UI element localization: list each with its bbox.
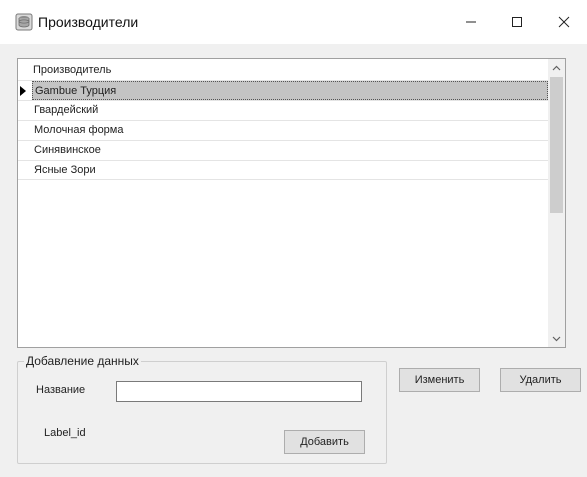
minimize-icon	[466, 21, 476, 23]
table-row[interactable]: Синявинское	[18, 140, 548, 160]
table-cell[interactable]: Гвардейский	[32, 101, 548, 120]
table-row[interactable]: Гвардейский	[18, 100, 548, 120]
vertical-scrollbar[interactable]	[548, 59, 565, 347]
title-bar[interactable]: Производители	[0, 0, 587, 44]
table-row[interactable]: Gambue Турция	[18, 80, 548, 100]
chevron-down-icon	[552, 336, 561, 341]
database-app-icon	[15, 13, 33, 31]
manufacturers-grid[interactable]: Производитель Gambue Турция Гвардейский …	[17, 58, 566, 348]
table-cell[interactable]: Молочная форма	[32, 121, 548, 140]
close-button[interactable]	[541, 0, 587, 44]
scroll-up-button[interactable]	[548, 59, 565, 76]
chevron-up-icon	[552, 65, 561, 70]
window-title: Производители	[38, 14, 139, 30]
table-row[interactable]: Молочная форма	[18, 120, 548, 140]
close-icon	[558, 16, 570, 28]
column-header-manufacturer[interactable]: Производитель	[18, 62, 548, 79]
table-cell[interactable]: Синявинское	[32, 141, 548, 160]
maximize-button[interactable]	[494, 0, 540, 44]
current-row-indicator-icon	[20, 86, 26, 96]
groupbox-legend: Добавление данных	[24, 354, 141, 368]
minimize-button[interactable]	[448, 0, 494, 44]
table-cell[interactable]: Gambue Турция	[32, 81, 548, 100]
maximize-icon	[512, 17, 522, 27]
scroll-down-button[interactable]	[548, 330, 565, 347]
name-input[interactable]	[116, 381, 362, 402]
id-label: Label_id	[44, 427, 86, 439]
delete-button[interactable]: Удалить	[500, 368, 581, 392]
table-row[interactable]: Ясные Зори	[18, 160, 548, 180]
table-cell[interactable]: Ясные Зори	[32, 161, 548, 180]
grid-rows: Gambue Турция Гвардейский Молочная форма…	[18, 80, 548, 180]
name-label: Название	[36, 384, 86, 396]
manufacturers-window: Производители Производитель Gambue Турци…	[0, 0, 587, 477]
add-data-groupbox: Добавление данных Название Label_id Доба…	[17, 354, 387, 464]
edit-button[interactable]: Изменить	[399, 368, 480, 392]
add-button[interactable]: Добавить	[284, 430, 365, 454]
scrollbar-thumb[interactable]	[550, 77, 563, 213]
